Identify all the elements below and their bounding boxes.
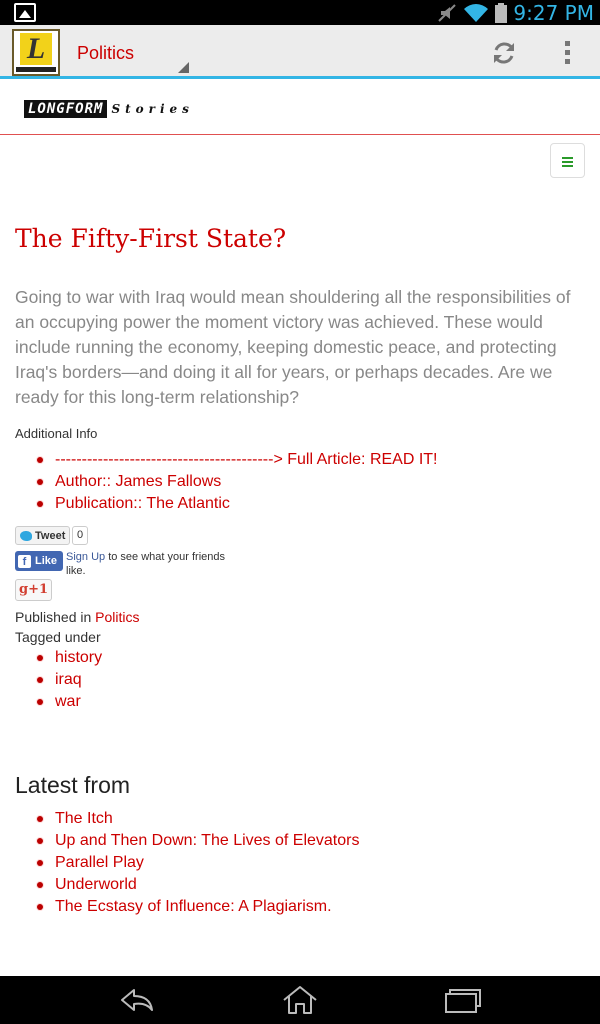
status-bar: 9:27 PM xyxy=(0,0,600,25)
overflow-menu-icon[interactable] xyxy=(560,39,574,67)
publication-link[interactable]: The Atlantic xyxy=(146,495,230,512)
tweet-count: 0 xyxy=(72,526,88,545)
full-article-prefix: ----------------------------------------… xyxy=(55,451,366,468)
status-icons: 9:27 PM xyxy=(437,0,594,25)
latest-article-link[interactable]: The Ecstasy of Influence: A Plagiarism. xyxy=(15,896,359,918)
app-logo[interactable]: L xyxy=(12,29,60,76)
hamburger-icon[interactable] xyxy=(550,143,585,178)
home-icon[interactable] xyxy=(280,984,320,1016)
list-item: ----------------------------------------… xyxy=(15,449,438,471)
publication-label: Publication:: xyxy=(55,495,143,512)
wifi-icon xyxy=(464,3,489,22)
tag-link[interactable]: war xyxy=(15,691,102,713)
tag-link[interactable]: iraq xyxy=(15,669,102,691)
tweet-label: Tweet xyxy=(35,529,66,542)
app-logo-wordmark xyxy=(16,67,56,72)
like-label: Like xyxy=(35,555,58,567)
additional-info-label: Additional Info xyxy=(15,426,98,441)
published-in: Published in Politics xyxy=(15,609,140,625)
author-link[interactable]: James Fallows xyxy=(115,473,221,490)
tag-list: history iraq war xyxy=(15,647,102,713)
latest-article-link[interactable]: Underworld xyxy=(15,874,359,896)
tweet-button[interactable]: Tweet xyxy=(15,526,71,545)
latest-article-link[interactable]: Parallel Play xyxy=(15,852,359,874)
app-logo-letter: L xyxy=(20,33,52,65)
latest-article-link[interactable]: The Itch xyxy=(15,808,359,830)
tagged-under-label: Tagged under xyxy=(15,629,101,645)
latest-article-link[interactable]: Up and Then Down: The Lives of Elevators xyxy=(15,830,359,852)
facebook-like-button[interactable]: f Like xyxy=(15,551,64,571)
twitter-bird-icon xyxy=(20,530,32,541)
site-header: LONGFORM Stories xyxy=(0,82,600,135)
latest-list: The Itch Up and Then Down: The Lives of … xyxy=(15,808,359,918)
action-bar: L Politics xyxy=(0,25,600,79)
section-spinner[interactable]: Politics xyxy=(77,43,134,64)
published-in-label: Published in xyxy=(15,609,92,625)
google-plus-button[interactable]: g+1 xyxy=(15,579,52,601)
facebook-prompt: Sign Up to see what your friends like. xyxy=(66,550,236,578)
site-logo-main: LONGFORM xyxy=(24,100,108,118)
spinner-arrow-icon xyxy=(178,62,189,73)
gallery-notification-icon xyxy=(14,3,36,22)
tag-link[interactable]: history xyxy=(15,647,102,669)
site-logo-sub: Stories xyxy=(111,102,194,116)
facebook-icon: f xyxy=(18,554,31,568)
author-label: Author:: xyxy=(55,473,112,490)
list-item: Publication:: The Atlantic xyxy=(15,493,438,515)
recent-apps-icon[interactable] xyxy=(442,984,482,1016)
facebook-signup-link[interactable]: Sign Up xyxy=(66,551,105,563)
site-logo[interactable]: LONGFORM Stories xyxy=(24,100,194,118)
refresh-icon[interactable] xyxy=(490,39,518,67)
article-lede: Going to war with Iraq would mean should… xyxy=(15,287,571,407)
navigation-bar xyxy=(0,976,600,1024)
clock: 9:27 PM xyxy=(513,0,594,25)
article-title: The Fifty-First State? xyxy=(15,224,287,253)
latest-from-heading: Latest from xyxy=(15,772,131,798)
additional-info-list: ----------------------------------------… xyxy=(15,449,438,515)
list-item: Author:: James Fallows xyxy=(15,471,438,493)
read-it-link[interactable]: READ IT! xyxy=(370,451,438,468)
category-link[interactable]: Politics xyxy=(95,609,139,625)
battery-icon xyxy=(495,2,508,23)
back-icon[interactable] xyxy=(118,984,158,1016)
mute-icon xyxy=(438,3,457,22)
